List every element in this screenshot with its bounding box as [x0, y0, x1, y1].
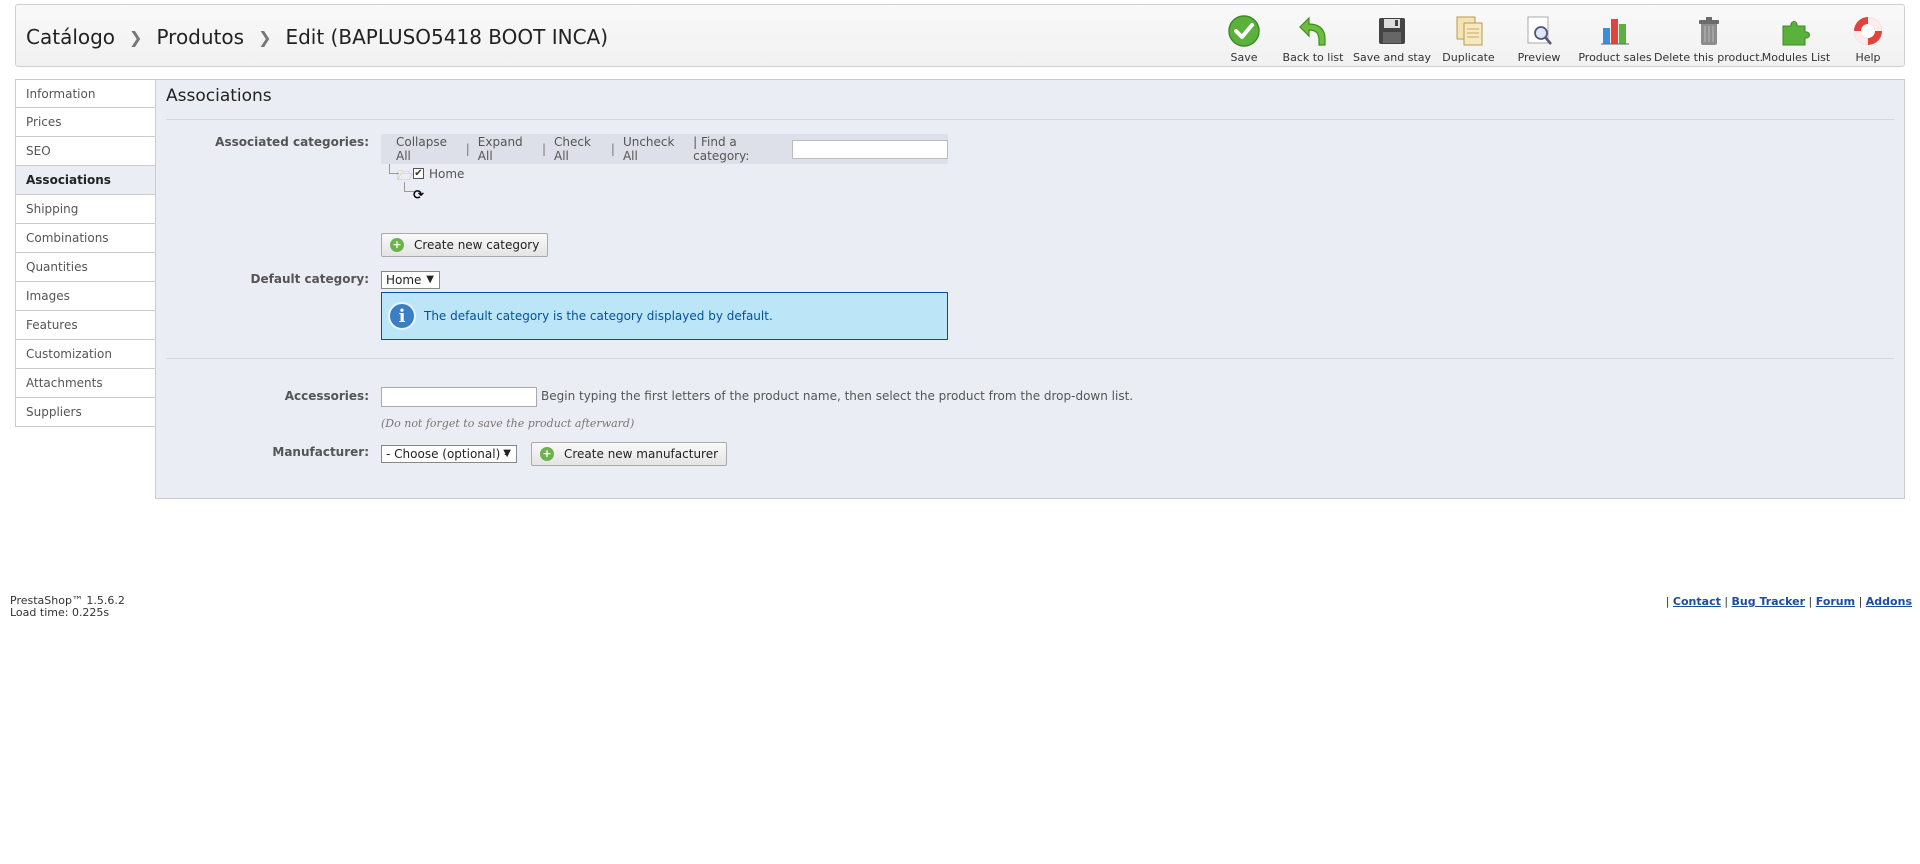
tab-prices[interactable]: Prices [15, 108, 156, 137]
back-arrow-icon [1299, 16, 1326, 46]
floppy-disk-icon [1379, 18, 1405, 44]
duplicate-label: Duplicate [1442, 51, 1495, 64]
tab-attachments[interactable]: Attachments [15, 369, 156, 398]
tab-associations[interactable]: Associations [15, 166, 156, 195]
breadcrumb-products[interactable]: Produtos [156, 25, 244, 49]
contact-link[interactable]: Contact [1673, 595, 1721, 608]
tree-home-label[interactable]: Home [429, 167, 464, 181]
check-all-link[interactable]: Check All [554, 135, 605, 163]
find-category-input[interactable] [791, 139, 948, 159]
toolbar-buttons: Save Back to list Save and stay Duplicat… [1214, 5, 1904, 68]
chevron-right-icon: ❯ [258, 27, 272, 47]
tab-images[interactable]: Images [15, 282, 156, 311]
divider [166, 119, 1894, 120]
breadcrumb-catalog[interactable]: Catálogo [26, 25, 115, 49]
manufacturer-select[interactable]: - Choose (optional) - ▼ [381, 445, 517, 463]
info-icon: i [388, 302, 416, 330]
manufacturer-label: Manufacturer: [272, 445, 369, 459]
save-and-stay-button[interactable]: Save and stay [1352, 5, 1432, 68]
divider [166, 358, 1894, 359]
default-category-value: Home [386, 273, 422, 287]
duplicate-icon [1456, 16, 1482, 46]
back-label: Back to list [1282, 51, 1344, 64]
separator: | [465, 142, 470, 156]
lifebuoy-icon [1854, 17, 1882, 45]
save-stay-label: Save and stay [1353, 51, 1431, 64]
create-category-label: Create new category [414, 238, 540, 252]
info-message: i The default category is the category d… [381, 292, 948, 340]
accessories-hint: Begin typing the first letters of the pr… [541, 389, 1134, 403]
plus-icon: + [390, 238, 404, 252]
dropdown-arrow-icon: ▼ [426, 274, 434, 285]
trash-icon [1698, 17, 1719, 45]
find-category-label: | Find a category: [693, 135, 750, 163]
category-tree-toolbar: Collapse All | Expand All | Check All | Unc… [381, 134, 948, 164]
help-button[interactable]: Help [1832, 5, 1904, 68]
tab-features[interactable]: Features [15, 311, 156, 340]
delete-product-button[interactable]: Delete this product. [1654, 5, 1764, 68]
magnifier-icon [1527, 16, 1552, 45]
chevron-right-icon: ❯ [129, 27, 143, 47]
tab-seo[interactable]: SEO [15, 137, 156, 166]
product-tabs: Information Prices SEO Associations Ship… [15, 79, 156, 427]
load-time-text: Load time: 0.225s [10, 606, 110, 619]
plus-icon: + [540, 447, 554, 461]
toolbar: Catálogo ❯ Produtos ❯ Edit (BAPLUSO5418 … [15, 4, 1905, 67]
footer-links: | Contact | Bug Tracker | Forum | Addons [1665, 595, 1912, 608]
puzzle-piece-icon [1782, 21, 1810, 46]
info-text: The default category is the category dis… [424, 309, 773, 323]
bug-tracker-link[interactable]: Bug Tracker [1732, 595, 1806, 608]
separator: | [541, 142, 547, 156]
loading-refresh-icon: ⟳ [413, 188, 424, 203]
addons-link[interactable]: Addons [1866, 595, 1912, 608]
separator: | [610, 142, 615, 156]
save-label: Save [1230, 51, 1258, 64]
preview-label: Preview [1517, 51, 1561, 64]
tab-information[interactable]: Information [15, 79, 156, 108]
product-sales-button[interactable]: Product sales [1573, 5, 1657, 68]
forum-link[interactable]: Forum [1816, 595, 1855, 608]
create-manufacturer-label: Create new manufacturer [564, 447, 719, 461]
tab-suppliers[interactable]: Suppliers [15, 398, 156, 427]
collapse-all-link[interactable]: Collapse All [396, 135, 460, 163]
tab-quantities[interactable]: Quantities [15, 253, 156, 282]
modules-label: Modules List [1761, 51, 1831, 64]
accessories-label: Accessories: [284, 389, 369, 403]
preview-button[interactable]: Preview [1505, 5, 1573, 68]
tab-shipping[interactable]: Shipping [15, 195, 156, 224]
help-label: Help [1855, 51, 1881, 64]
create-manufacturer-button[interactable]: + Create new manufacturer [531, 442, 728, 466]
page-title: Edit (BAPLUSO5418 BOOT INCA) [285, 25, 609, 49]
modules-list-button[interactable]: Modules List [1760, 5, 1832, 68]
footer-info: PrestaShop™ 1.5.6.2 Load time: 0.225s [10, 595, 125, 619]
associations-panel: Associations Associated categories: Coll… [155, 79, 1905, 499]
tab-combinations[interactable]: Combinations [15, 224, 156, 253]
create-category-button[interactable]: + Create new category [381, 233, 549, 257]
save-button[interactable]: Save [1214, 5, 1274, 68]
duplicate-button[interactable]: Duplicate [1432, 5, 1505, 68]
panel-title: Associations [166, 86, 272, 106]
manufacturer-value: - Choose (optional) - [386, 447, 509, 461]
home-category-checkbox[interactable]: ✔ [413, 168, 424, 179]
default-category-select[interactable]: Home ▼ [381, 271, 440, 289]
default-category-label: Default category: [250, 272, 369, 286]
accessories-input[interactable] [381, 387, 537, 407]
delete-label: Delete this product. [1654, 51, 1764, 64]
uncheck-all-link[interactable]: Uncheck All [623, 135, 687, 163]
check-icon [1228, 15, 1260, 47]
breadcrumb: Catálogo ❯ Produtos ❯ Edit (BAPLUSO5418 … [26, 25, 608, 49]
associated-categories-label: Associated categories: [215, 135, 369, 149]
back-to-list-button[interactable]: Back to list [1274, 5, 1352, 68]
tab-customization[interactable]: Customization [15, 340, 156, 369]
expand-all-link[interactable]: Expand All [478, 135, 536, 163]
bar-chart-icon [1601, 19, 1629, 45]
accessories-note: (Do not forget to save the product after… [381, 417, 635, 430]
dropdown-arrow-icon: ▼ [503, 448, 511, 459]
sales-label: Product sales [1578, 51, 1652, 64]
